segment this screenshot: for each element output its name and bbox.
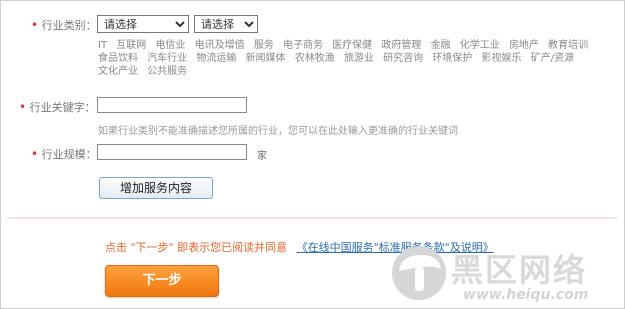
industry-scale-row: • 行业规模：: [31, 146, 97, 162]
mushroom-icon: [392, 246, 446, 300]
industry-item[interactable]: 影视娱乐: [482, 53, 522, 64]
industry-keyword-label: 行业关键字：: [29, 101, 96, 114]
industry-keyword-row: • 行业关键字：: [19, 99, 96, 115]
industry-category-row: • 行业类别：: [31, 17, 97, 33]
industry-scale-input[interactable]: [97, 144, 247, 160]
industry-item[interactable]: IT: [98, 40, 107, 51]
industry-item[interactable]: 金融: [431, 40, 451, 51]
watermark-logo: 黑区网络 www.heiqu.com: [391, 239, 621, 307]
industry-item[interactable]: 电子商务: [283, 40, 323, 51]
industry-keyword-hint: 如果行业类别不能准确描述您所属的行业，您可以在此处输入更准确的行业关键词: [98, 126, 458, 137]
industry-keyword-input[interactable]: [97, 97, 247, 113]
industry-category-label: 行业类别：: [41, 19, 97, 32]
industry-item[interactable]: 医疗保健: [332, 40, 372, 51]
required-mark: •: [31, 18, 39, 32]
industry-item[interactable]: 政府管理: [381, 40, 421, 51]
industry-item[interactable]: 教育培训: [548, 40, 588, 51]
industry-item[interactable]: 研究咨询: [383, 53, 423, 64]
required-mark: •: [31, 147, 39, 161]
next-step-button[interactable]: 下一步: [105, 265, 219, 297]
industry-item[interactable]: 化学工业: [460, 40, 500, 51]
industry-item[interactable]: 电讯及增值: [195, 40, 245, 51]
industry-item[interactable]: 汽车行业: [147, 53, 187, 64]
industry-item[interactable]: 公共服务: [147, 66, 187, 77]
watermark-name: 黑区网络: [451, 251, 588, 289]
industry-item[interactable]: 矿产/资源: [531, 53, 574, 64]
industry-item[interactable]: 农林牧渔: [295, 53, 335, 64]
watermark-url: www.heiqu.com: [463, 287, 589, 303]
industry-category-select-1[interactable]: 请选择: [97, 15, 189, 33]
industry-item[interactable]: 旅游业: [344, 53, 374, 64]
industry-item[interactable]: 互联网: [116, 40, 146, 51]
industry-scale-unit: 家: [257, 151, 267, 162]
industry-item[interactable]: 新闻媒体: [246, 53, 286, 64]
industry-item[interactable]: 环境保护: [432, 53, 472, 64]
industry-scale-label: 行业规模：: [41, 148, 97, 161]
form-panel: • 行业类别： 请选择 请选择 IT 互联网 电信业 电讯及增值 服务 电子商务…: [0, 0, 625, 309]
industry-category-select-2[interactable]: 请选择: [194, 15, 258, 33]
industry-item[interactable]: 文化产业: [98, 66, 138, 77]
divider: [7, 217, 617, 219]
industry-item[interactable]: 食品饮料: [98, 53, 138, 64]
terms-tip-text: 点击 "下一步" 即表示您已阅读并同意: [105, 241, 288, 254]
industry-item[interactable]: 房地产: [509, 40, 539, 51]
add-service-button[interactable]: 增加服务内容: [99, 177, 213, 199]
required-mark: •: [19, 100, 27, 114]
industry-item[interactable]: 电信业: [155, 40, 185, 51]
industry-item[interactable]: 服务: [254, 40, 274, 51]
industry-item[interactable]: 物流运输: [196, 53, 236, 64]
industry-list: IT 互联网 电信业 电讯及增值 服务 电子商务 医疗保健 政府管理 金融 化学…: [98, 39, 618, 78]
